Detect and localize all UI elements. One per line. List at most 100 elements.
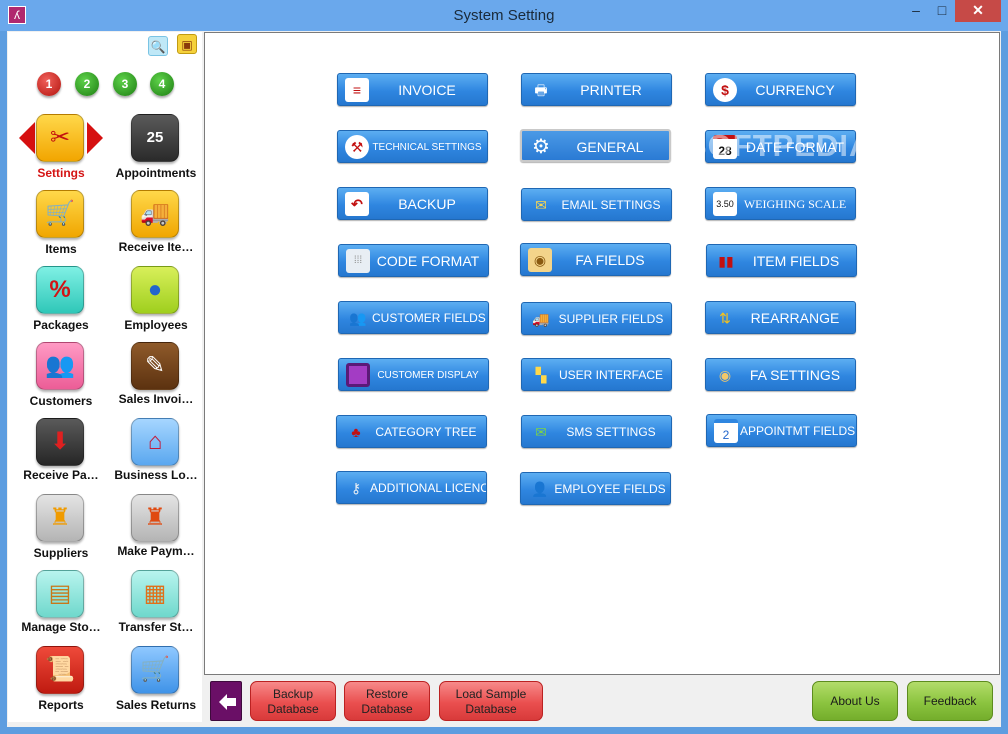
return-cart-icon[interactable]: 🛒 <box>131 646 179 694</box>
building-icon[interactable]: ⌂ <box>131 418 179 466</box>
sidebar-item-sales-returns[interactable]: Sales Returns <box>110 698 202 712</box>
sidebar-item-manage-stock[interactable]: Manage Sto… <box>15 620 107 634</box>
backup-label: BACKUP <box>398 196 456 212</box>
email-settings-button[interactable]: ✉ EMAIL SETTINGS <box>521 188 672 221</box>
people-icon[interactable]: 👥 <box>36 342 84 390</box>
step-1-button[interactable]: 1 <box>37 72 61 96</box>
window-title: System Setting <box>453 7 555 24</box>
close-button[interactable]: ✕ <box>955 0 1001 22</box>
truck-icon[interactable]: 🚚 <box>131 190 179 238</box>
sidebar-item-sales-invoice[interactable]: Sales Invoi… <box>110 392 202 406</box>
sidebar-item-settings[interactable]: Settings <box>15 166 107 180</box>
date-format-button[interactable]: 28 DATE FORMAT <box>705 130 856 163</box>
fa-settings-label: FA SETTINGS <box>749 367 841 383</box>
back-button[interactable] <box>210 681 242 721</box>
item-fields-label: ITEM FIELDS <box>752 253 840 269</box>
sidebar-item-business-locations[interactable]: Business Lo… <box>110 468 202 482</box>
sidebar-item-reports[interactable]: Reports <box>15 698 107 712</box>
search-icon[interactable]: 🔍 <box>148 36 168 56</box>
percent-icon[interactable]: % <box>36 266 84 314</box>
factory-arrow-icon[interactable]: ♜ <box>131 494 179 542</box>
settings-icon[interactable]: ✂ <box>36 114 84 162</box>
cart-boxes-icon[interactable]: ▤ <box>36 570 84 618</box>
sidebar-item-make-payment[interactable]: Make Paym… <box>110 544 202 558</box>
step-4-button[interactable]: 4 <box>150 72 174 96</box>
feedback-button[interactable]: Feedback <box>907 681 993 721</box>
printer-label: PRINTER <box>580 82 642 98</box>
fa-fields-button[interactable]: ◉ FA FIELDS <box>520 243 671 276</box>
about-us-button[interactable]: About Us <box>812 681 898 721</box>
next-arrow-icon[interactable] <box>87 122 103 154</box>
back-arrow-icon <box>219 694 227 710</box>
shopping-cart-icon[interactable]: 🛒 <box>36 190 84 238</box>
sms-envelope-icon: ✉ <box>535 424 547 440</box>
minimize-button[interactable]: – <box>906 0 926 22</box>
sidebar-item-receive-payment[interactable]: Receive Pa… <box>15 468 107 482</box>
factory-icon[interactable]: ♜ <box>36 494 84 542</box>
maximize-button[interactable]: □ <box>932 0 952 22</box>
load-sample-database-button[interactable]: Load Sample Database <box>439 681 543 721</box>
sms-settings-button[interactable]: ✉ SMS SETTINGS <box>521 415 672 448</box>
category-tree-button[interactable]: ♣ CATEGORY TREE <box>336 415 487 448</box>
employee-icon: 👤 <box>531 481 549 497</box>
backup-database-button[interactable]: Backup Database <box>250 681 336 721</box>
monitor-icon[interactable]: ▣ <box>177 34 197 54</box>
category-tree-label: CATEGORY TREE <box>375 425 477 439</box>
invoice-icon[interactable]: ✎ <box>131 342 179 390</box>
supplier-fields-button[interactable]: 🚚 SUPPLIER FIELDS <box>521 302 672 335</box>
code-format-label: CODE FORMAT <box>376 253 480 269</box>
box-icon[interactable]: ⬇ <box>36 418 84 466</box>
invoice-button[interactable]: ≡ INVOICE <box>337 73 488 106</box>
printer-button[interactable]: 🖶 PRINTER <box>521 73 672 106</box>
backup-button[interactable]: ↶ BACKUP <box>337 187 488 220</box>
person-icon[interactable]: ● <box>131 266 179 314</box>
customer-display-button[interactable]: CUSTOMER DISPLAY <box>338 358 489 391</box>
customer-fields-label: CUSTOMER FIELDS <box>372 311 486 325</box>
technical-settings-label: TECHNICAL SETTINGS <box>372 142 482 153</box>
additional-licences-button[interactable]: ⚷ ADDITIONAL LICENCES <box>336 471 487 504</box>
user-interface-button[interactable]: ▚ USER INTERFACE <box>521 358 672 391</box>
code-format-button[interactable]: ⁞⁞⁞ CODE FORMAT <box>338 244 489 277</box>
sidebar-item-customers[interactable]: Customers <box>15 394 107 408</box>
report-scroll-icon[interactable]: 📜 <box>36 646 84 694</box>
general-button[interactable]: ⚙ GENERAL <box>520 129 671 162</box>
gear-icon: ⚙ <box>532 136 550 158</box>
item-fields-button[interactable]: ▮▮ ITEM FIELDS <box>706 244 857 277</box>
coins-icon: ◉ <box>528 248 552 272</box>
rearrange-button[interactable]: ⇅ REARRANGE <box>705 301 856 334</box>
sidebar-item-receive-items[interactable]: Receive Ite… <box>110 240 202 254</box>
sidebar-item-transfer-stock[interactable]: Transfer St… <box>110 620 202 634</box>
calendar-icon[interactable]: 25 <box>131 114 179 162</box>
rearrange-icon: ⇅ <box>719 310 731 326</box>
sidebar-item-suppliers[interactable]: Suppliers <box>15 546 107 560</box>
sidebar-item-items[interactable]: Items <box>15 242 107 256</box>
tree-icon: ♣ <box>351 424 361 440</box>
weighing-scale-button[interactable]: 3.50 WEIGHING SCALE <box>705 187 856 220</box>
fa-settings-button[interactable]: ◉ FA SETTINGS <box>705 358 856 391</box>
step-3-button[interactable]: 3 <box>113 72 137 96</box>
customer-display-label: CUSTOMER DISPLAY <box>377 370 479 381</box>
general-label: GENERAL <box>576 139 644 155</box>
tools-icon: ⚒ <box>345 135 369 159</box>
ui-grid-icon: ▚ <box>535 367 547 383</box>
sidebar-item-packages[interactable]: Packages <box>15 318 107 332</box>
previous-arrow-icon[interactable] <box>19 122 35 154</box>
scale-display-icon: 3.50 <box>713 192 737 216</box>
technical-settings-button[interactable]: ⚒ TECHNICAL SETTINGS <box>337 130 488 163</box>
restore-database-button[interactable]: Restore Database <box>344 681 430 721</box>
employee-fields-button[interactable]: 👤 EMPLOYEE FIELDS <box>520 472 671 505</box>
step-2-button[interactable]: 2 <box>75 72 99 96</box>
customer-fields-button[interactable]: 👥 CUSTOMER FIELDS <box>338 301 489 334</box>
supplier-fields-label: SUPPLIER FIELDS <box>558 312 664 326</box>
printer-icon: 🖶 <box>534 82 548 98</box>
currency-button[interactable]: $ CURRENCY <box>705 73 856 106</box>
sidebar-item-appointments[interactable]: Appointments <box>110 166 202 180</box>
appointment-fields-button[interactable]: 2 APPOINTMT FIELDS <box>706 414 857 447</box>
calendar-date-icon: 28 <box>713 135 737 159</box>
transfer-box-icon[interactable]: ▦ <box>131 570 179 618</box>
display-square-icon <box>346 363 370 387</box>
barcode-icon: ⁞⁞⁞ <box>346 249 370 273</box>
invoice-label: INVOICE <box>398 82 456 98</box>
undo-arrow-icon: ↶ <box>345 192 369 216</box>
sidebar-item-employees[interactable]: Employees <box>110 318 202 332</box>
